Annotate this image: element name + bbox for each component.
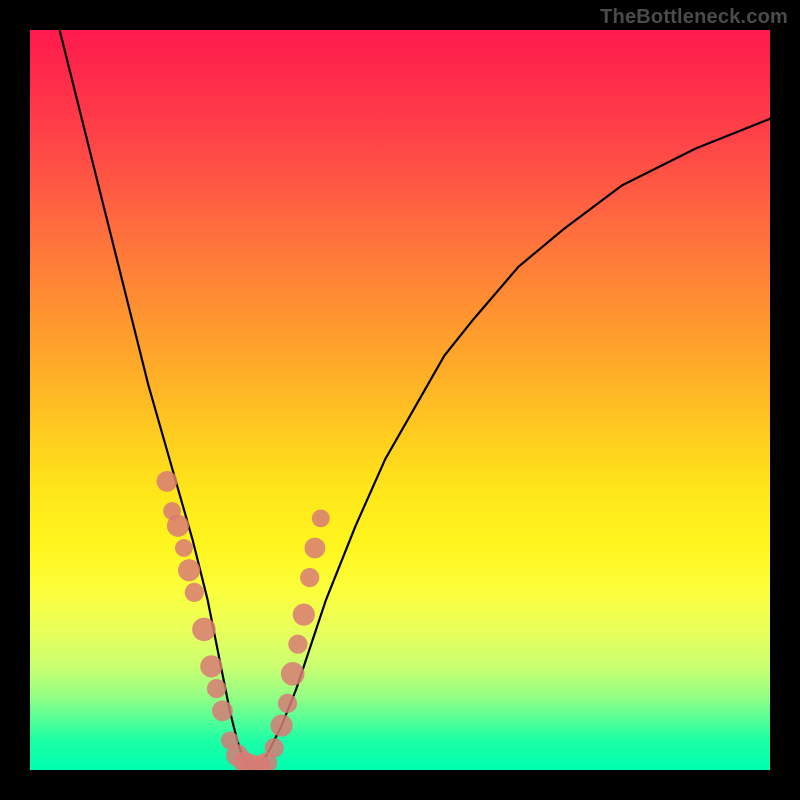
data-marker <box>305 538 326 559</box>
data-marker <box>248 755 270 770</box>
data-marker <box>265 738 284 757</box>
plot-area <box>30 30 770 770</box>
data-marker <box>256 752 277 770</box>
data-marker <box>192 618 216 642</box>
data-marker <box>240 755 264 771</box>
data-marker <box>178 559 200 581</box>
data-marker <box>234 752 256 771</box>
data-marker <box>185 583 204 602</box>
data-marker <box>200 655 222 677</box>
data-marker <box>157 471 178 492</box>
data-marker <box>300 568 319 587</box>
data-marker <box>207 679 226 698</box>
data-marker <box>281 662 305 686</box>
bottleneck-curve <box>60 30 770 770</box>
data-marker <box>163 502 181 520</box>
watermark-text: TheBottleneck.com <box>600 6 788 29</box>
data-marker <box>288 635 307 654</box>
marker-group <box>157 471 330 770</box>
data-marker <box>278 694 297 713</box>
data-marker <box>312 510 330 528</box>
data-marker <box>271 715 293 737</box>
data-marker <box>212 700 233 721</box>
curve-layer <box>30 30 770 770</box>
chart-frame: TheBottleneck.com <box>0 0 800 800</box>
data-marker <box>175 539 193 557</box>
data-marker <box>226 744 248 766</box>
data-marker <box>221 732 239 750</box>
data-marker <box>167 515 189 537</box>
data-marker <box>293 604 315 626</box>
